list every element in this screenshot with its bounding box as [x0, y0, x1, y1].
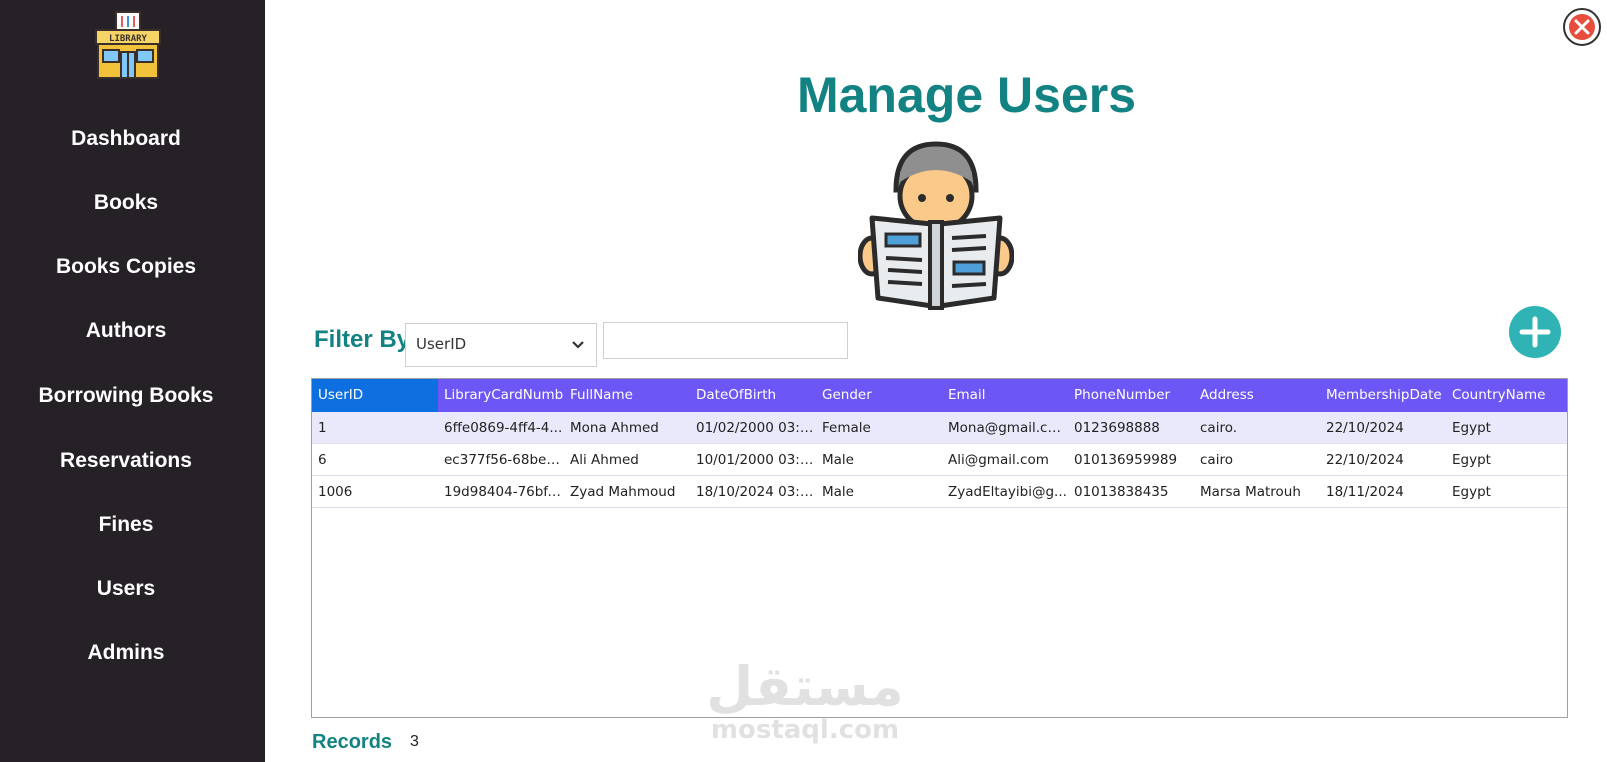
cell-phonenumber: 01013838435 [1074, 484, 1169, 500]
cell-fullname: Zyad Mahmoud [570, 484, 676, 500]
cell-gender: Male [822, 484, 854, 500]
cell-dateofbirth: 10/01/2000 03:4... [696, 452, 816, 468]
cell-countryname: Egypt [1452, 452, 1491, 468]
column-header-email[interactable]: Email [942, 379, 1068, 412]
logo-text: LIBRARY [109, 34, 148, 44]
records-label: Records [312, 731, 393, 753]
filter-by-label: Filter By [314, 326, 411, 353]
sidebar-item-authors[interactable]: Authors [0, 319, 252, 343]
cell-email: Mona@gmail.com [948, 420, 1068, 436]
page-title: Manage Users [796, 67, 1137, 123]
cell-address: cairo. [1200, 420, 1238, 436]
sidebar-item-admins[interactable]: Admins [0, 641, 252, 665]
filter-value-input[interactable] [603, 322, 848, 359]
cell-email: Ali@gmail.com [948, 452, 1049, 468]
cell-gender: Male [822, 452, 854, 468]
cell-librarycardnumber: 6ffe0869-4ff4-4... [444, 420, 563, 436]
sidebar-item-books-copies[interactable]: Books Copies [0, 255, 252, 279]
plus-icon[interactable] [1509, 306, 1561, 358]
person-reading-newspaper-icon [858, 141, 1014, 310]
column-header-phonenumber[interactable]: PhoneNumber [1068, 379, 1194, 412]
cell-userid: 1 [318, 420, 327, 436]
chevron-down-icon [572, 341, 584, 349]
cell-fullname: Mona Ahmed [570, 420, 659, 436]
column-header-countryname[interactable]: CountryName [1446, 379, 1567, 412]
cell-membershipdate: 22/10/2024 [1326, 452, 1404, 468]
cell-gender: Female [822, 420, 871, 436]
cell-countryname: Egypt [1452, 420, 1491, 436]
sidebar: LIBRARY Dashboard Books Books Copies Aut… [0, 0, 265, 762]
cell-librarycardnumber: 19d98404-76bf-... [444, 484, 564, 500]
cell-phonenumber: 010136959989 [1074, 452, 1178, 468]
users-table[interactable]: UserID LibraryCardNumber FullName DateOf… [311, 378, 1568, 718]
filter-selected-value: UserID [416, 335, 467, 353]
cell-membershipdate: 22/10/2024 [1326, 420, 1404, 436]
sidebar-item-dashboard[interactable]: Dashboard [0, 127, 252, 151]
table-row[interactable]: 6 ec377f56-68be-... Ali Ahmed 10/01/2000… [312, 444, 1567, 476]
table-row[interactable]: 1 6ffe0869-4ff4-4... Mona Ahmed 01/02/20… [312, 412, 1567, 444]
column-header-userid[interactable]: UserID [312, 379, 438, 412]
cell-dateofbirth: 01/02/2000 03:4... [696, 420, 816, 436]
records-count: 3 [410, 733, 419, 750]
sidebar-item-borrowing-books[interactable]: Borrowing Books [0, 384, 252, 408]
table-row[interactable]: 1006 19d98404-76bf-... Zyad Mahmoud 18/1… [312, 476, 1567, 508]
column-header-gender[interactable]: Gender [816, 379, 942, 412]
column-header-address[interactable]: Address [1194, 379, 1320, 412]
close-icon[interactable] [1562, 7, 1602, 47]
cell-email: ZyadEltayibi@g... [948, 484, 1067, 500]
library-logo-icon: LIBRARY [95, 11, 161, 79]
sidebar-item-books[interactable]: Books [0, 191, 252, 215]
column-header-fullname[interactable]: FullName [564, 379, 690, 412]
table-header: UserID LibraryCardNumber FullName DateOf… [312, 379, 1567, 412]
cell-phonenumber: 0123698888 [1074, 420, 1160, 436]
cell-userid: 6 [318, 452, 327, 468]
filter-by-select[interactable]: UserID [405, 323, 597, 367]
cell-dateofbirth: 18/10/2024 03:4... [696, 484, 816, 500]
cell-address: cairo [1200, 452, 1233, 468]
column-header-librarycardnumber[interactable]: LibraryCardNumber [438, 379, 564, 412]
cell-librarycardnumber: ec377f56-68be-... [444, 452, 564, 468]
sidebar-item-fines[interactable]: Fines [0, 513, 252, 537]
cell-address: Marsa Matrouh [1200, 484, 1301, 500]
sidebar-item-reservations[interactable]: Reservations [0, 449, 252, 473]
sidebar-item-users[interactable]: Users [0, 577, 252, 601]
column-header-dateofbirth[interactable]: DateOfBirth [690, 379, 816, 412]
cell-countryname: Egypt [1452, 484, 1491, 500]
cell-fullname: Ali Ahmed [570, 452, 639, 468]
cell-userid: 1006 [318, 484, 353, 500]
watermark-latin-text: mostaql.com [710, 715, 900, 745]
cell-membershipdate: 18/11/2024 [1326, 484, 1404, 500]
column-header-membershipdate[interactable]: MembershipDate [1320, 379, 1446, 412]
